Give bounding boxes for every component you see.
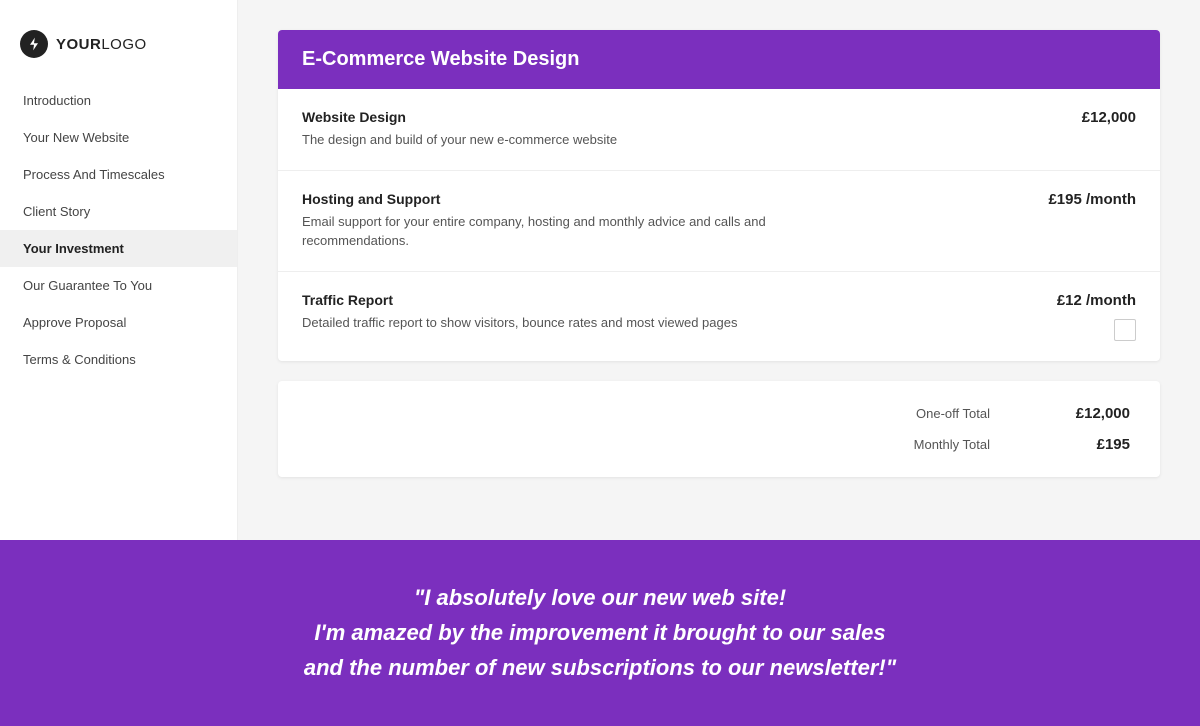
sidebar-nav: Introduction Your New Website Process An… <box>0 82 237 378</box>
line-item-price-3: £12 /month <box>1057 292 1136 309</box>
line-item-price-2: £195 /month <box>1048 191 1136 208</box>
line-item-desc-3: Detailed traffic report to show visitors… <box>302 313 822 333</box>
main-content: E-Commerce Website Design Website Design… <box>238 0 1200 540</box>
footer-quote: "I absolutely love our new web site! I'm… <box>60 580 1140 686</box>
sidebar-item-approve-proposal[interactable]: Approve Proposal <box>0 304 237 341</box>
logo-icon <box>20 30 48 58</box>
line-item-desc-2: Email support for your entire company, h… <box>302 212 822 251</box>
card-header: E-Commerce Website Design <box>278 30 1160 89</box>
totals-card: One-off Total £12,000 Monthly Total £195 <box>278 381 1160 477</box>
line-item-traffic: Traffic Report Detailed traffic report t… <box>278 272 1160 361</box>
sidebar-item-client-story[interactable]: Client Story <box>0 193 237 230</box>
sidebar-item-our-guarantee[interactable]: Our Guarantee To You <box>0 267 237 304</box>
logo-text: YOURLOGO <box>56 36 147 53</box>
total-value-monthly: £195 <box>1050 436 1130 453</box>
sidebar: YOURLOGO Introduction Your New Website P… <box>0 0 238 540</box>
line-item-title-3: Traffic Report <box>302 292 1037 308</box>
logo-area: YOURLOGO <box>0 20 237 82</box>
total-row-oneoff: One-off Total £12,000 <box>308 405 1130 422</box>
card-title: E-Commerce Website Design <box>302 48 1136 71</box>
sidebar-item-process-timescales[interactable]: Process And Timescales <box>0 156 237 193</box>
total-row-monthly: Monthly Total £195 <box>308 436 1130 453</box>
main-card: E-Commerce Website Design Website Design… <box>278 30 1160 361</box>
line-item-website-design: Website Design The design and build of y… <box>278 89 1160 171</box>
line-item-title-1: Website Design <box>302 109 1062 125</box>
line-item-desc-1: The design and build of your new e-comme… <box>302 130 822 150</box>
sidebar-item-your-new-website[interactable]: Your New Website <box>0 119 237 156</box>
sidebar-item-terms-conditions[interactable]: Terms & Conditions <box>0 341 237 378</box>
total-label-oneoff: One-off Total <box>916 406 990 421</box>
traffic-report-checkbox[interactable] <box>1114 319 1136 341</box>
total-label-monthly: Monthly Total <box>914 437 990 452</box>
sidebar-item-your-investment[interactable]: Your Investment <box>0 230 237 267</box>
line-item-hosting: Hosting and Support Email support for yo… <box>278 171 1160 272</box>
footer-banner: "I absolutely love our new web site! I'm… <box>0 540 1200 726</box>
total-value-oneoff: £12,000 <box>1050 405 1130 422</box>
line-item-title-2: Hosting and Support <box>302 191 1028 207</box>
sidebar-item-introduction[interactable]: Introduction <box>0 82 237 119</box>
line-item-price-1: £12,000 <box>1082 109 1136 126</box>
